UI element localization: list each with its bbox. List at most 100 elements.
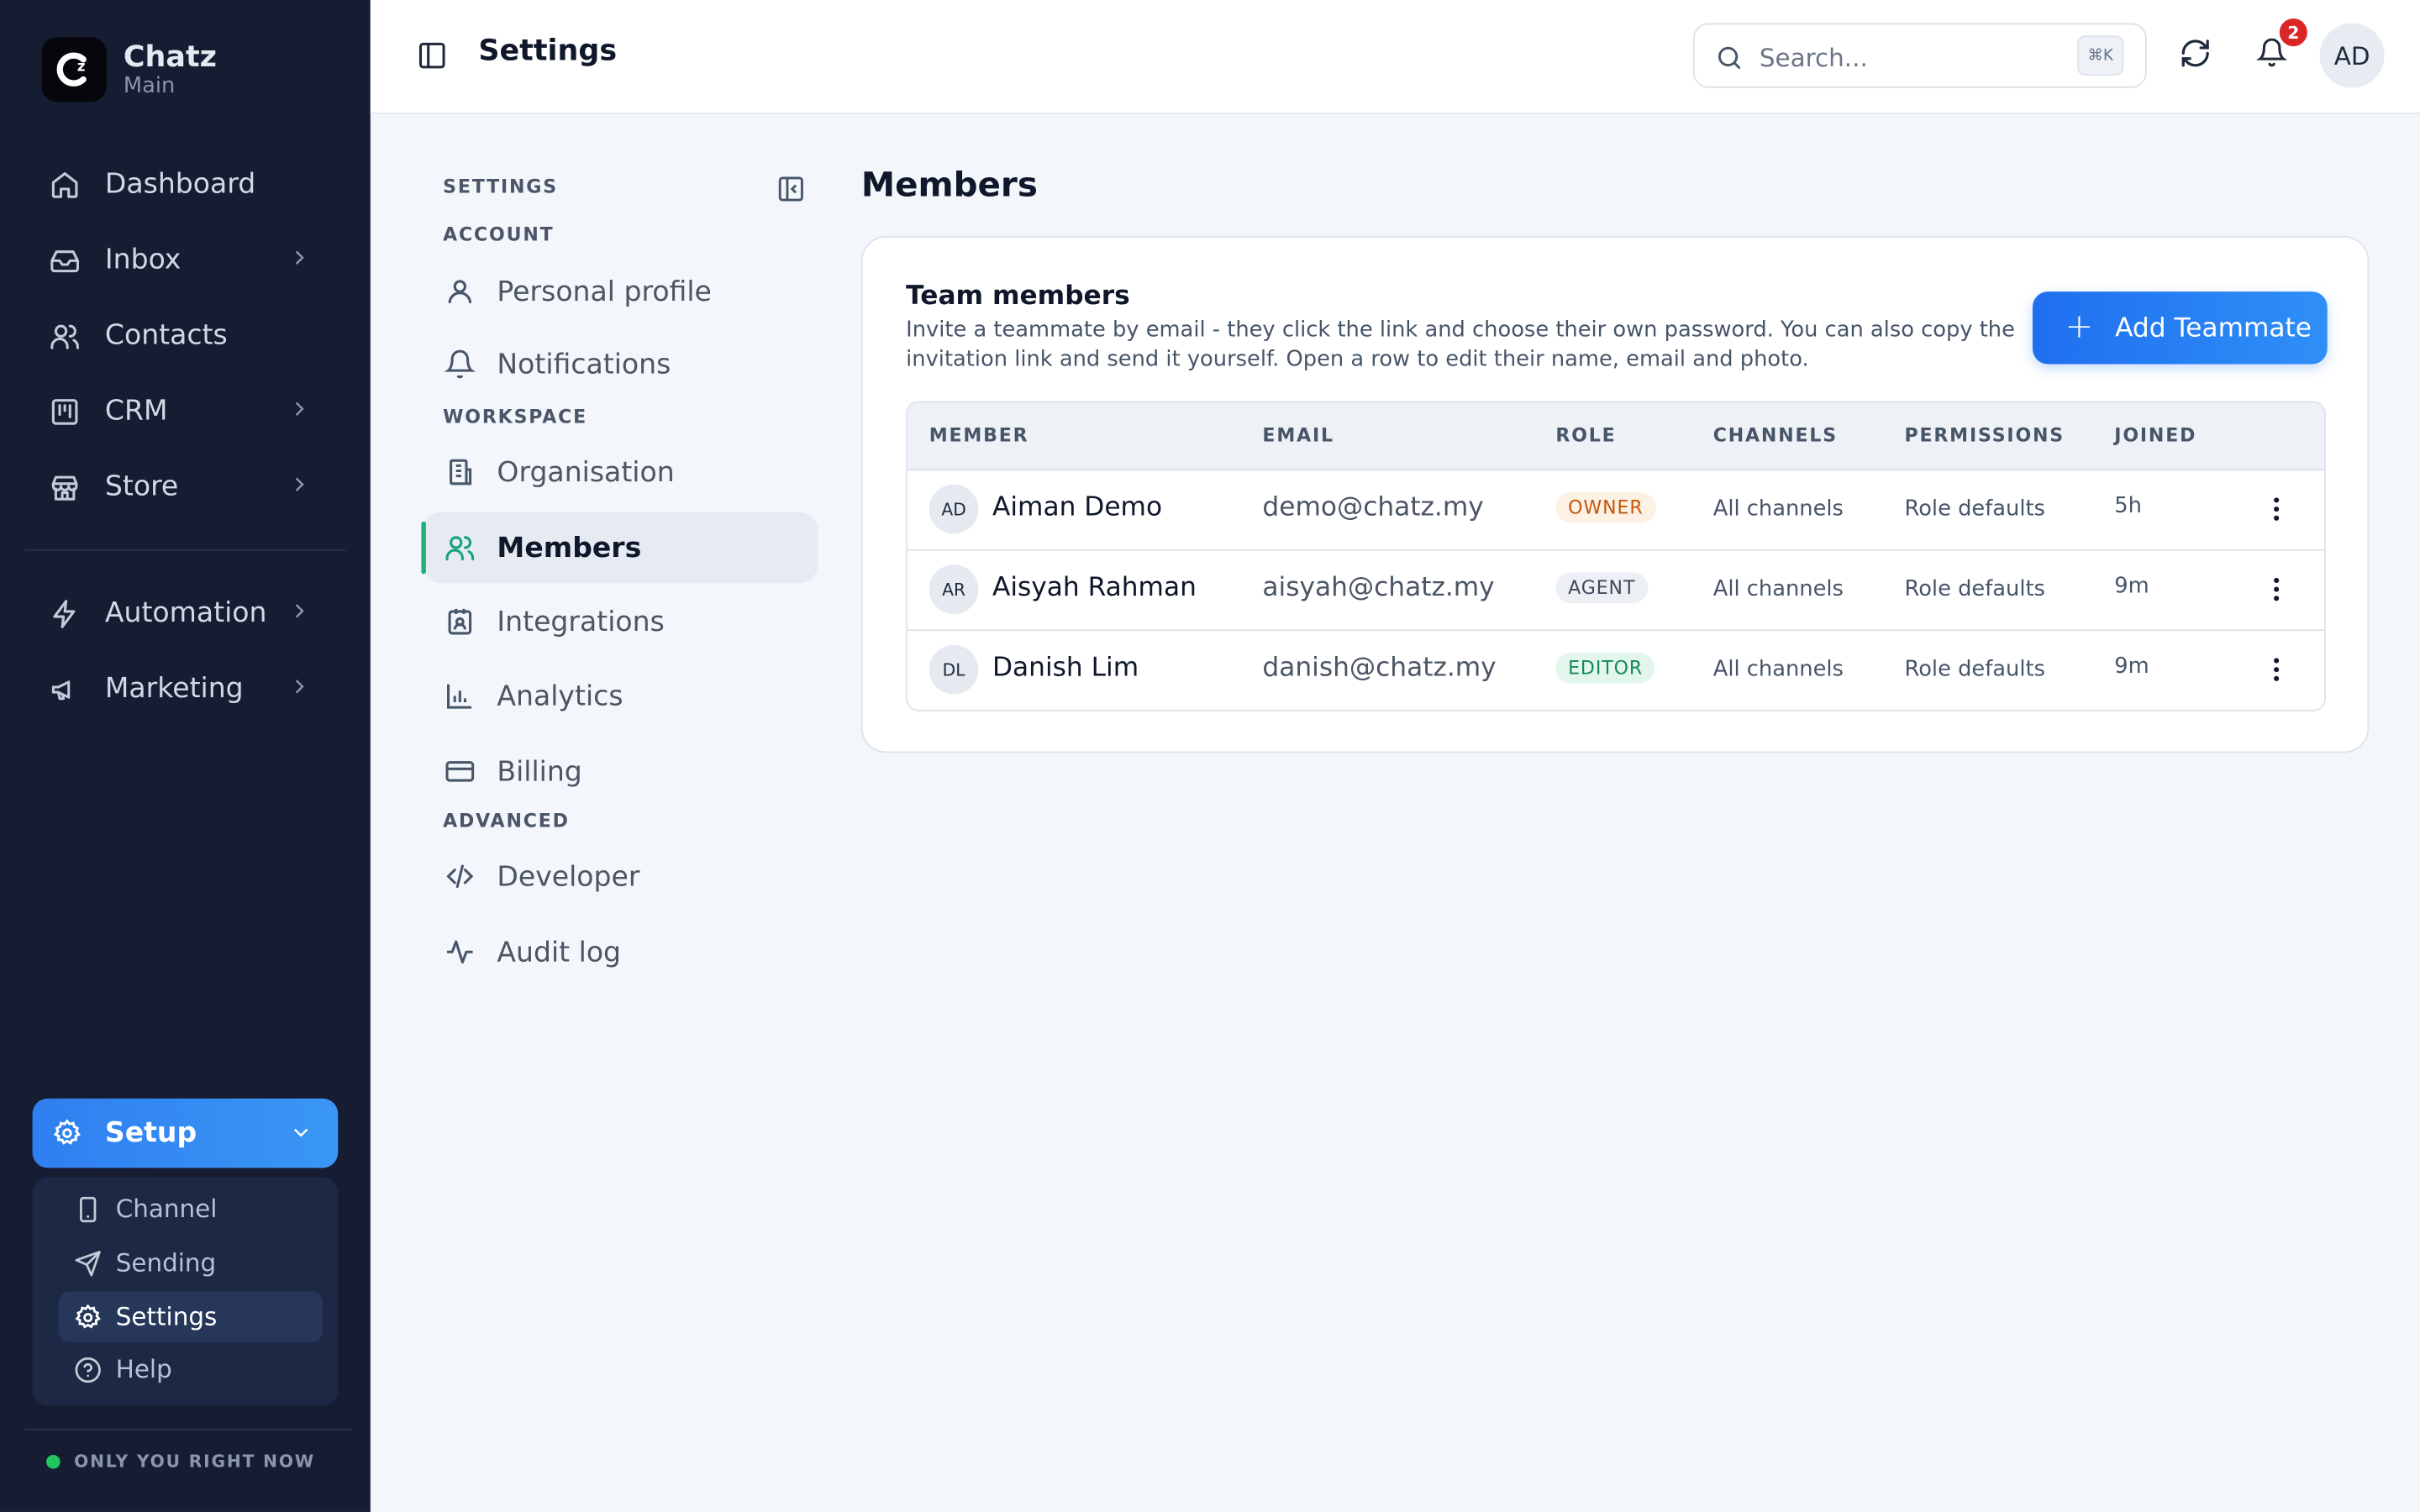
sidebar-item-label: Store — [104, 470, 179, 503]
column-header-email[interactable]: EMAIL — [1262, 424, 1334, 446]
notification-badge: 2 — [2279, 18, 2307, 47]
submenu-item-label: Sending — [115, 1247, 217, 1278]
sidebar-item-store[interactable]: Store — [24, 449, 345, 524]
search-box[interactable]: ⌘K — [1692, 23, 2147, 88]
member-avatar: AR — [929, 564, 979, 615]
column-header-channels[interactable]: CHANNELS — [1713, 424, 1838, 446]
phone-icon — [74, 1195, 102, 1223]
user-avatar[interactable]: AD — [2319, 23, 2385, 88]
settings-item-personal-profile[interactable]: Personal profile — [423, 256, 818, 327]
more-options-icon[interactable] — [2261, 654, 2292, 685]
refresh-icon[interactable] — [2179, 37, 2212, 70]
member-channels: All channels — [1712, 657, 1844, 682]
submenu-item-label: Channel — [115, 1194, 218, 1224]
settings-item-label: Notifications — [497, 348, 671, 381]
chevron-right-icon — [287, 245, 312, 278]
member-joined: 9m — [2114, 654, 2149, 680]
table-row[interactable]: AD Aiman Demo demo@chatz.my OWNER All ch… — [907, 469, 2325, 551]
member-channels: All channels — [1712, 496, 1844, 522]
table-row[interactable]: DL Danish Lim danish@chatz.my EDITOR All… — [908, 629, 2324, 710]
settings-item-organisation[interactable]: Organisation — [423, 437, 818, 507]
member-name: Danish Lim — [992, 652, 1139, 684]
add-teammate-button[interactable]: + Add Teammate — [2032, 291, 2328, 365]
column-header-member[interactable]: MEMBER — [929, 424, 1029, 446]
search-icon — [1715, 43, 1744, 72]
settings-item-analytics[interactable]: Analytics — [423, 660, 818, 731]
section-title: Members — [860, 166, 1038, 206]
add-teammate-label: Add Teammate — [2115, 312, 2312, 344]
member-email: aisyah@chatz.my — [1262, 572, 1495, 604]
member-avatar: AD — [929, 484, 979, 534]
help-circle-icon — [74, 1356, 102, 1383]
submenu-item-channel[interactable]: Channel — [59, 1184, 323, 1235]
member-name: Aiman Demo — [992, 491, 1163, 523]
column-header-role[interactable]: ROLE — [1555, 424, 1616, 446]
member-permissions: Role defaults — [1904, 496, 2045, 522]
settings-item-billing[interactable]: Billing — [423, 736, 818, 806]
chevron-down-icon — [288, 1120, 313, 1152]
brand-name: Chatz — [123, 39, 217, 75]
chevron-right-icon — [287, 675, 312, 707]
brand-subtitle: Main — [123, 74, 176, 99]
submenu-item-sending[interactable]: Sending — [59, 1237, 323, 1289]
settings-item-label: Personal profile — [497, 275, 712, 308]
sidebar-item-contacts[interactable]: Contacts — [24, 297, 345, 373]
code-icon — [445, 861, 476, 892]
sidebar-item-automation[interactable]: Automation — [24, 575, 345, 651]
settings-item-integrations[interactable]: Integrations — [423, 586, 818, 657]
building-icon — [445, 457, 476, 488]
role-badge: OWNER — [1555, 491, 1656, 523]
sidebar-item-inbox[interactable]: Inbox — [24, 222, 345, 297]
setup-button[interactable]: Setup — [32, 1098, 339, 1168]
settings-item-developer[interactable]: Developer — [423, 841, 818, 911]
sidebar-item-label: Dashboard — [104, 168, 256, 201]
sidebar-divider — [24, 549, 346, 551]
sidebar-item-label: CRM — [104, 395, 168, 428]
submenu-item-help[interactable]: Help — [59, 1344, 323, 1395]
section-label-advanced: ADVANCED — [443, 810, 570, 832]
sidebar-item-label: Automation — [104, 596, 267, 630]
home-icon — [50, 169, 81, 200]
table-header: MEMBER EMAIL ROLE CHANNELS PERMISSIONS J… — [907, 402, 2325, 471]
settings-item-members[interactable]: Members — [421, 512, 818, 584]
credit-card-icon — [445, 756, 476, 787]
search-input[interactable] — [1756, 37, 2071, 77]
member-permissions: Role defaults — [1904, 576, 2045, 602]
submenu-item-settings[interactable]: Settings — [58, 1291, 323, 1342]
sidebar-item-crm[interactable]: CRM — [24, 373, 345, 449]
card-description: Invite a teammate by email - they click … — [906, 318, 2015, 371]
chevron-right-icon — [287, 396, 312, 429]
settings-item-notifications[interactable]: Notifications — [423, 328, 818, 399]
sidebar-item-label: Contacts — [104, 319, 228, 352]
column-header-joined[interactable]: JOINED — [2114, 424, 2196, 446]
svg-text:z: z — [77, 58, 86, 74]
settings-item-audit-log[interactable]: Audit log — [423, 916, 818, 987]
megaphone-icon — [50, 674, 81, 705]
settings-item-label: Members — [497, 531, 642, 564]
member-joined: 9m — [2114, 574, 2149, 599]
more-options-icon[interactable] — [2261, 494, 2292, 525]
more-options-icon[interactable] — [2261, 574, 2292, 605]
sidebar-toggle-icon[interactable] — [417, 40, 448, 71]
settings-item-label: Analytics — [497, 680, 623, 712]
column-header-permissions[interactable]: PERMISSIONS — [1904, 424, 2065, 446]
table-row[interactable]: AR Aisyah Rahman aisyah@chatz.my AGENT A… — [907, 549, 2325, 632]
brand[interactable]: z Chatz Main — [41, 37, 217, 102]
submenu-item-label: Settings — [115, 1302, 218, 1332]
collapse-panel-icon[interactable] — [776, 175, 806, 204]
settings-item-label: Organisation — [497, 455, 675, 489]
settings-item-label: Audit log — [497, 935, 622, 969]
users-icon — [50, 320, 81, 351]
sidebar-item-label: Marketing — [104, 672, 244, 706]
page-title: Settings — [478, 34, 618, 68]
member-name: Aisyah Rahman — [992, 572, 1197, 604]
sidebar: z Chatz Main Dashboard Inbox Contacts CR… — [0, 0, 371, 1512]
users-icon — [445, 533, 476, 564]
sidebar-item-marketing[interactable]: Marketing — [24, 651, 345, 727]
send-icon — [74, 1249, 102, 1277]
submenu-item-label: Help — [115, 1354, 172, 1384]
presence-text: ONLY YOU RIGHT NOW — [74, 1452, 315, 1473]
user-icon — [445, 276, 476, 307]
sidebar-item-dashboard[interactable]: Dashboard — [24, 146, 345, 222]
gear-icon — [52, 1119, 82, 1148]
